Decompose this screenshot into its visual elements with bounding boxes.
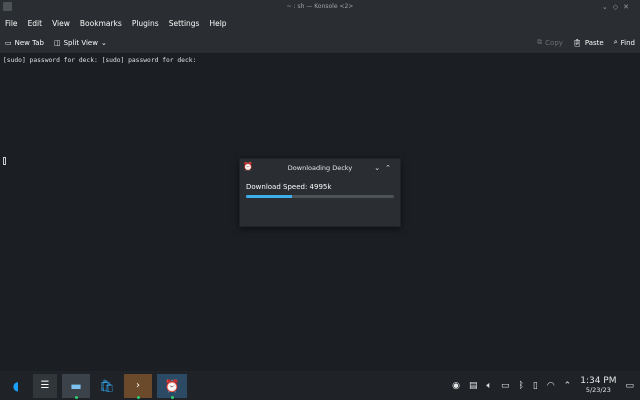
window-titlebar: ~ : sh — Konsole <2> ⌄◇✕ [0, 0, 640, 14]
dialog-maximize-button[interactable]: ⌃ [385, 164, 396, 172]
minimize-button[interactable]: ⌄ [602, 3, 613, 11]
settings-sliders-icon[interactable]: ☰ [33, 373, 57, 398]
download-speed-label: Download Speed: 4995k [246, 183, 332, 191]
find-button[interactable]: ⌕ Find [609, 38, 640, 47]
show-desktop-icon[interactable]: ▭ [625, 381, 634, 391]
search-icon: ⌕ [613, 38, 618, 46]
progress-fill [246, 195, 292, 198]
chevron-down-icon: ⌄ [100, 38, 107, 47]
alarm-clock-icon: ⏰ [243, 162, 253, 171]
volume-icon[interactable]: 🔈︎ [487, 381, 492, 391]
menu-bookmarks[interactable]: Bookmarks [75, 19, 127, 28]
split-view-icon: ◫ [53, 38, 61, 47]
taskbar: ◖ ☰ ▬ 🛍︎ › ⏰ ◉ ▤ 🔈︎ ▭ ᛒ ▯ ◠ ⌃ 1:34 PM 5/2… [0, 371, 640, 400]
alarm-clock-task-icon[interactable]: ⏰ [157, 373, 187, 399]
toolbar: ▭ New Tab ◫ Split View ⌄ ⧉ Copy 📋︎ Paste ⌕ Fin… [0, 32, 640, 54]
maximize-button[interactable]: ◇ [613, 3, 623, 11]
copy-icon: ⧉ [537, 38, 543, 46]
terminal-output: [sudo] password for deck: [sudo] passwor… [3, 57, 197, 64]
wifi-icon[interactable]: ◠ [547, 381, 555, 391]
battery-icon[interactable]: ▭ [501, 381, 510, 391]
close-button[interactable]: ✕ [623, 3, 634, 11]
steamos-launcher-icon[interactable]: ◖ [4, 374, 28, 398]
menu-view[interactable]: View [47, 19, 75, 28]
discover-store-icon[interactable]: 🛍︎ [95, 374, 119, 398]
menu-plugins[interactable]: Plugins [127, 19, 164, 28]
menu-settings[interactable]: Settings [164, 19, 205, 28]
download-progress-bar [246, 195, 394, 198]
menubar: File Edit View Bookmarks Plugins Setting… [0, 14, 640, 32]
copy-button[interactable]: ⧉ Copy [532, 38, 568, 47]
dialog-title: Downloading Decky [287, 164, 353, 172]
steam-icon[interactable]: ◉ [452, 381, 460, 391]
paste-icon: 📋︎ [572, 38, 582, 47]
konsole-task-icon[interactable]: › [124, 373, 152, 399]
split-view-button[interactable]: ◫ Split View ⌄ [49, 39, 112, 47]
clock[interactable]: 1:34 PM 5/23/23 [580, 376, 616, 395]
usb-drive-icon[interactable]: ▯ [533, 381, 538, 391]
konsole-icon [3, 2, 12, 11]
menu-file[interactable]: File [0, 19, 23, 28]
download-dialog: ⏰ Downloading Decky ⌄⌃ Download Speed: 4… [239, 158, 401, 227]
menu-edit[interactable]: Edit [23, 19, 48, 28]
window-title: ~ : sh — Konsole <2> [286, 3, 354, 10]
new-tab-button[interactable]: ▭ New Tab [0, 39, 49, 47]
paste-button[interactable]: 📋︎ Paste [568, 39, 609, 47]
terminal-cursor [3, 157, 6, 165]
dialog-minimize-button[interactable]: ⌄ [374, 164, 385, 172]
menu-help[interactable]: Help [204, 19, 231, 28]
bluetooth-icon[interactable]: ᛒ [518, 381, 523, 391]
new-tab-icon: ▭ [5, 38, 12, 47]
clipboard-icon[interactable]: ▤ [469, 381, 478, 391]
file-manager-icon[interactable]: ▬ [62, 373, 90, 399]
chevron-up-icon[interactable]: ⌃ [564, 381, 572, 391]
